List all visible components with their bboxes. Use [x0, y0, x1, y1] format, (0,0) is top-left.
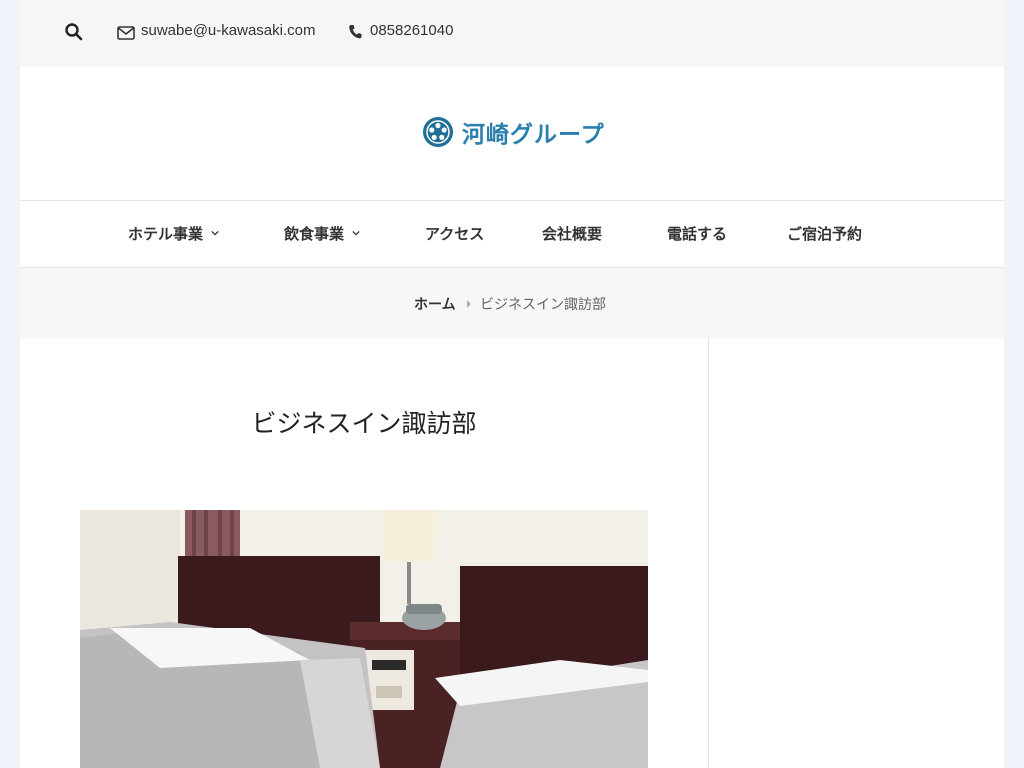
top-bar: suwabe@u-kawasaki.com 0858261040 — [20, 0, 1004, 66]
hotel-room-photo — [80, 510, 648, 768]
page-frame: suwabe@u-kawasaki.com 0858261040 河崎グループ — [20, 0, 1004, 768]
main-navigation: ホテル事業 飲食事業 アクセス 会社概要 電話する ご宿泊予約 — [20, 201, 1004, 268]
nav-item-label: アクセス — [425, 225, 485, 243]
mail-icon — [117, 26, 135, 40]
breadcrumb-current: ビジネスイン諏訪部 — [480, 297, 606, 313]
breadcrumb: ホーム ビジネスイン諏訪部 — [20, 268, 1004, 338]
crest-icon — [423, 117, 453, 147]
nav-item-label: 会社概要 — [542, 225, 603, 243]
nav-item-company[interactable]: 会社概要 — [542, 223, 602, 244]
nav-item-label: 飲食事業 — [284, 225, 345, 243]
nav-item-label: 電話する — [667, 225, 728, 243]
search-icon[interactable] — [64, 22, 84, 42]
nav-item-restaurant[interactable]: 飲食事業 — [284, 223, 360, 244]
contact-phone-link[interactable]: 0858261040 — [370, 22, 453, 39]
chevron-down-icon — [352, 230, 360, 236]
site-logo[interactable]: 河崎グループ — [422, 114, 605, 150]
site-header: 河崎グループ — [20, 66, 1004, 201]
breadcrumb-home-link[interactable]: ホーム — [414, 294, 456, 314]
phone-icon — [349, 25, 362, 39]
page-title: ビジネスイン諏訪部 — [251, 409, 477, 438]
chevron-down-icon — [211, 230, 219, 236]
nav-item-hotel[interactable]: ホテル事業 — [128, 223, 219, 244]
breadcrumb-separator-icon — [467, 300, 471, 308]
nav-item-call[interactable]: 電話する — [667, 223, 727, 244]
nav-item-reservation[interactable]: ご宿泊予約 — [787, 223, 862, 244]
main-content: ビジネスイン諏訪部 — [20, 338, 709, 768]
nav-item-label: ホテル事業 — [128, 225, 204, 243]
contact-email-link[interactable]: suwabe@u-kawasaki.com — [141, 22, 315, 39]
sidebar — [709, 338, 1004, 768]
nav-item-label: ご宿泊予約 — [787, 225, 863, 243]
logo-text: 河崎グループ — [462, 121, 605, 148]
nav-item-access[interactable]: アクセス — [425, 223, 484, 244]
